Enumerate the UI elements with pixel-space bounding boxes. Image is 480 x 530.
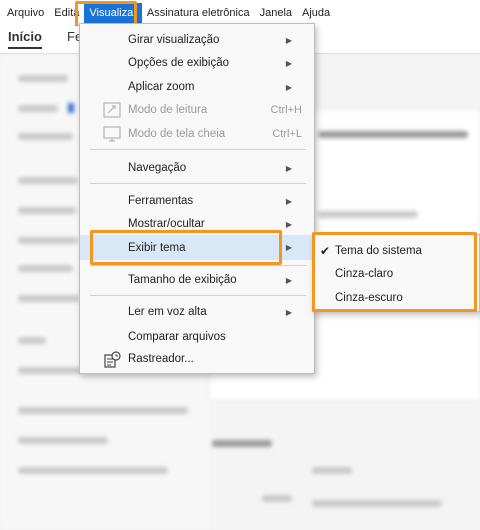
menu-item-rastreador[interactable]: Rastreador... [80,348,316,370]
bg-text [18,75,68,82]
menu-arquivo[interactable]: Arquivo [2,3,49,23]
menu-item-label: Modo de tela cheia [128,128,226,140]
menu-item-opcoes-exibicao[interactable]: Opções de exibição ▶ [80,52,316,74]
bg-badge [68,103,74,113]
menu-separator [90,149,306,150]
submenu-arrow-icon: ▶ [285,275,292,285]
tracker-icon [103,351,121,368]
menu-item-label: Navegação [128,162,187,174]
menu-item-label: Rastreador... [128,353,194,365]
menu-item-comparar-arquivos[interactable]: Comparar arquivos [80,326,316,348]
bg-text [312,500,442,507]
menu-item-label: Opções de exibição [128,57,230,69]
menu-item-ferramentas[interactable]: Ferramentas ▶ [80,190,316,212]
bg-heading [318,131,468,138]
menu-separator [90,183,306,184]
submenu-arrow-icon: ▶ [285,35,292,45]
bg-heading [212,440,272,447]
menu-item-label: Girar visualização [128,34,220,46]
menu-item-label: Comparar arquivos [128,331,226,343]
bg-text [18,237,78,244]
menu-item-tela-cheia: Modo de tela cheia Ctrl+L [80,123,316,145]
bg-text [18,407,188,414]
bg-text [18,337,46,344]
menu-separator [90,295,306,296]
menu-item-label: Ler em voz alta [128,306,207,318]
submenu-arrow-icon: ▶ [285,58,292,68]
menu-ajuda[interactable]: Ajuda [297,3,335,23]
shortcut-label: Ctrl+H [270,104,302,116]
bg-text [18,265,73,272]
submenu-arrow-icon: ▶ [285,82,292,92]
menu-item-tamanho-exibicao[interactable]: Tamanho de exibição ▶ [80,269,316,291]
bg-text [18,133,73,140]
menu-separator [90,265,306,266]
menu-item-girar[interactable]: Girar visualização ▶ [80,29,316,51]
bg-text [18,467,168,474]
menu-item-label: Tamanho de exibição [128,274,237,286]
menu-item-label: Mostrar/ocultar [128,218,205,230]
menu-assinatura[interactable]: Assinatura eletrônica [142,3,255,23]
highlight-submenu [312,232,477,312]
visualizar-menu: Girar visualização ▶ Opções de exibição … [79,23,316,374]
highlight-exibir-tema [90,230,282,265]
bg-text [312,467,352,474]
bg-text [18,295,80,302]
bg-text [18,177,78,184]
bg-text [318,211,418,218]
menu-item-label: Aplicar zoom [128,81,195,93]
tab-inicio[interactable]: Início [8,29,42,49]
menu-item-aplicar-zoom[interactable]: Aplicar zoom ▶ [80,76,316,98]
submenu-arrow-icon: ▶ [285,243,292,252]
menu-item-modo-leitura: Modo de leitura Ctrl+H [80,99,316,121]
bg-text [18,367,82,374]
bg-text [18,105,58,112]
menu-item-label: Modo de leitura [128,104,208,116]
fullscreen-icon [103,126,121,142]
menu-janela[interactable]: Janela [255,3,297,23]
menu-item-label: Ferramentas [128,195,194,207]
shortcut-label: Ctrl+L [272,128,302,140]
bg-text [18,437,108,444]
submenu-arrow-icon: ▶ [285,163,292,173]
submenu-arrow-icon: ▶ [285,196,292,206]
bg-text [262,495,292,502]
submenu-arrow-icon: ▶ [285,219,292,229]
bg-text [18,207,76,214]
menu-item-navegacao[interactable]: Navegação ▶ [80,157,316,179]
submenu-arrow-icon: ▶ [285,307,292,317]
reading-mode-icon [103,102,121,118]
menu-item-ler-voz-alta[interactable]: Ler em voz alta ▶ [80,301,316,323]
